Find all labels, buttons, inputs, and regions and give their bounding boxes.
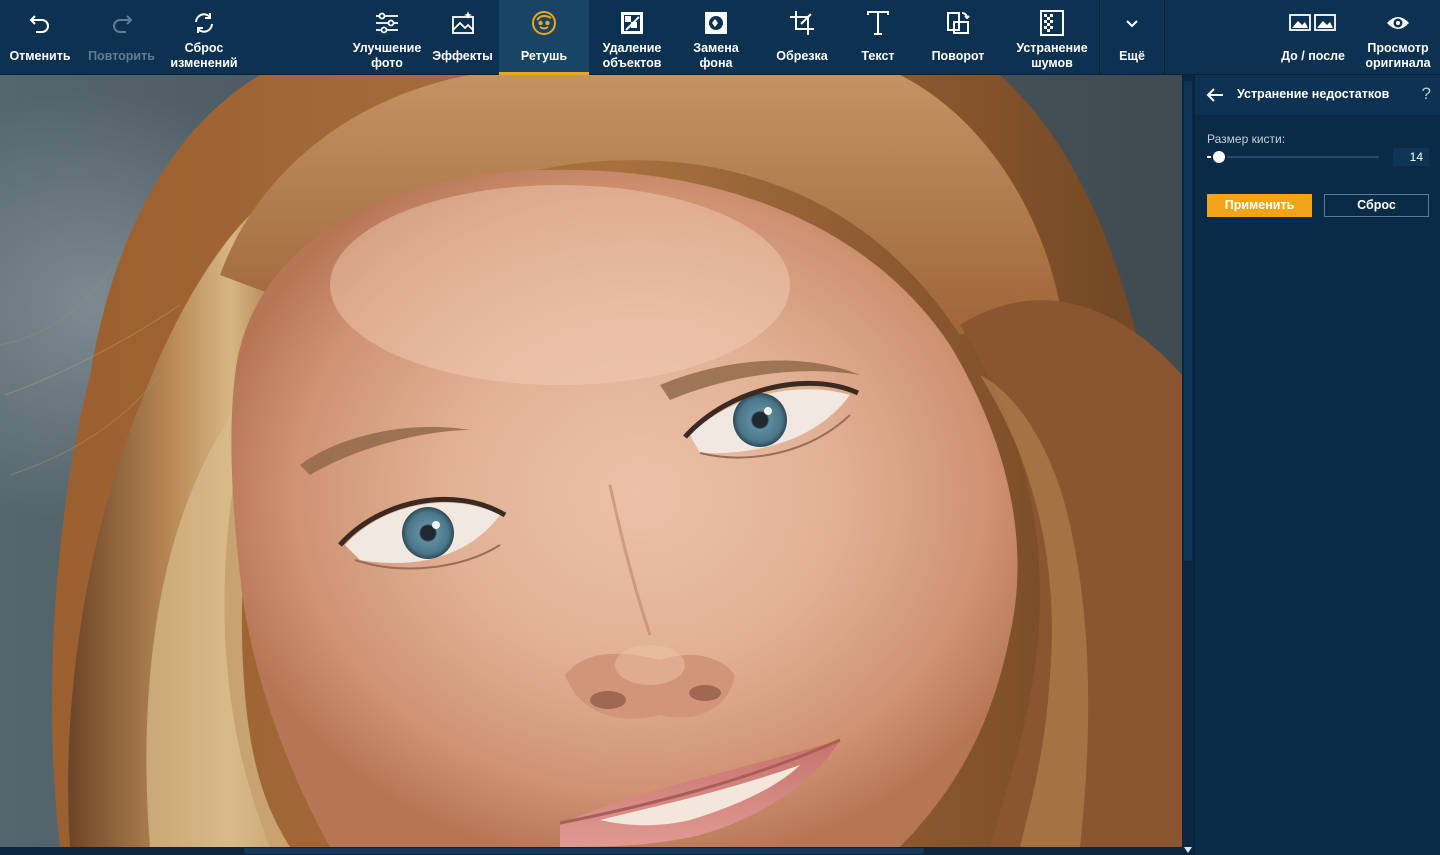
- preview-original-label-line2: оригинала: [1365, 56, 1431, 70]
- reset-changes-label-line1: Сброс: [184, 41, 224, 55]
- chevron-down-icon: [1118, 9, 1146, 37]
- preview-original-label-line1: Просмотр: [1367, 41, 1429, 55]
- stamp-icon: [618, 9, 646, 37]
- before-after-button[interactable]: До / после: [1274, 0, 1352, 75]
- text-button[interactable]: Текст: [845, 0, 911, 75]
- reset-changes-button[interactable]: Сброс изменений: [163, 0, 245, 75]
- crop-button[interactable]: Обрезка: [763, 0, 841, 75]
- noise-icon: [1038, 9, 1066, 37]
- help-icon[interactable]: ?: [1422, 84, 1431, 104]
- denoise-button[interactable]: Устранение шумов: [1010, 0, 1094, 75]
- retouch-panel: Устранение недостатков ? Размер кисти: 1…: [1194, 75, 1440, 855]
- brush-size-label: Размер кисти:: [1207, 132, 1286, 146]
- enhance-photo-button[interactable]: Улучшение фото: [350, 0, 424, 75]
- apply-button[interactable]: Применить: [1207, 194, 1312, 217]
- rotate-button[interactable]: Поворот: [918, 0, 998, 75]
- remove-objects-label-line1: Удаление: [602, 41, 662, 55]
- replace-background-label-line2: фона: [699, 56, 733, 70]
- crop-icon: [788, 9, 816, 37]
- more-button[interactable]: Ещё: [1100, 0, 1164, 75]
- undo-icon: [26, 9, 54, 37]
- sliders-icon: [373, 9, 401, 37]
- redo-button[interactable]: Повторить: [80, 0, 163, 75]
- brush-size-value[interactable]: 14: [1393, 148, 1429, 166]
- reset-button[interactable]: Сброс: [1324, 194, 1429, 217]
- redo-icon: [108, 9, 136, 37]
- effects-label: Эффекты: [432, 49, 493, 63]
- undo-label: Отменить: [9, 49, 71, 63]
- effects-button[interactable]: Эффекты: [426, 0, 499, 75]
- crop-label: Обрезка: [776, 49, 828, 63]
- before-after-label: До / после: [1281, 49, 1345, 63]
- redo-label: Повторить: [88, 49, 155, 63]
- more-label: Ещё: [1119, 49, 1145, 63]
- denoise-label-line1: Устранение: [1016, 41, 1088, 55]
- retouch-button[interactable]: Ретушь: [499, 0, 589, 75]
- brush-size-slider[interactable]: [1207, 156, 1379, 158]
- toolbar-separator: [1164, 0, 1165, 75]
- panel-header: Устранение недостатков ?: [1195, 75, 1440, 116]
- panel-title: Устранение недостатков: [1237, 87, 1390, 101]
- horizontal-scrollbar[interactable]: [0, 847, 1182, 855]
- text-icon: [864, 9, 892, 37]
- vertical-scrollbar[interactable]: [1182, 75, 1194, 855]
- background-replace-icon: [702, 9, 730, 37]
- preview-original-button[interactable]: Просмотр оригинала: [1360, 0, 1436, 75]
- rotate-label: Поворот: [931, 49, 985, 63]
- portrait-photo: [0, 75, 1182, 847]
- replace-background-button[interactable]: Замена фона: [677, 0, 755, 75]
- refresh-icon: [190, 9, 218, 37]
- text-label: Текст: [861, 49, 895, 63]
- brush-size-slider-handle[interactable]: [1213, 151, 1225, 163]
- before-after-icon: [1288, 9, 1338, 37]
- magic-image-icon: [449, 9, 477, 37]
- remove-objects-button[interactable]: Удаление объектов: [593, 0, 671, 75]
- denoise-label-line2: шумов: [1031, 56, 1073, 70]
- photo-canvas[interactable]: [0, 75, 1182, 847]
- remove-objects-label-line2: объектов: [602, 56, 662, 70]
- eye-icon: [1384, 9, 1412, 37]
- retouch-label: Ретушь: [520, 49, 568, 63]
- face-icon: [530, 9, 558, 37]
- rotate-icon: [944, 9, 972, 37]
- enhance-label-line2: фото: [371, 56, 403, 70]
- vertical-scroll-thumb[interactable]: [1184, 81, 1192, 561]
- top-toolbar: Отменить Повторить Сброс изменений Улучш…: [0, 0, 1440, 75]
- replace-background-label-line1: Замена: [693, 41, 739, 55]
- scroll-down-arrow-icon[interactable]: [1184, 847, 1192, 853]
- horizontal-scroll-thumb[interactable]: [244, 848, 924, 854]
- back-arrow-icon[interactable]: [1205, 85, 1225, 105]
- reset-changes-label-line2: изменений: [170, 56, 238, 70]
- undo-button[interactable]: Отменить: [0, 0, 80, 75]
- enhance-label-line1: Улучшение: [352, 41, 422, 55]
